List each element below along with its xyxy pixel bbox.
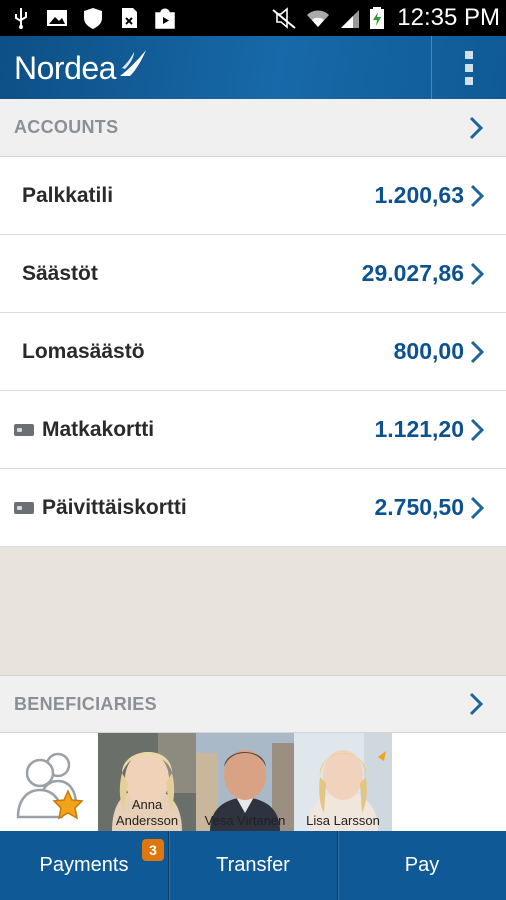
brand-name: Nordea [14,50,116,86]
transfer-label: Transfer [216,854,290,876]
account-row-palkkatili[interactable]: Palkkatili 1.200,63 [0,157,506,235]
favorites-tile[interactable] [0,733,98,831]
transfer-tab[interactable]: Transfer [168,831,337,900]
accounts-title: ACCOUNTS [14,117,119,137]
usb-icon [15,8,27,29]
beneficiary-name: Lisa Larsson [306,813,380,828]
account-name: Säästöt [22,261,98,285]
accounts-section-header[interactable]: ACCOUNTS [0,99,506,157]
pay-tab[interactable]: Pay [337,831,506,900]
payments-badge: 3 [142,839,164,861]
beneficiary-name: Anna [131,797,163,812]
account-name: Matkakortti [42,417,155,441]
account-row-saastot[interactable]: Säästöt 29.027,86 [0,235,506,313]
payments-tab[interactable]: Payments 3 [0,831,168,900]
beneficiary-vesa-virtanen[interactable]: Vesa Virtanen [196,733,294,831]
account-balance: 2.750,50 [374,494,464,520]
chevron-right-icon [469,116,484,139]
overflow-menu-icon[interactable] [432,36,506,99]
account-balance: 29.027,86 [361,260,464,286]
account-name: Päivittäiskortti [42,495,187,519]
wifi-icon [307,10,330,27]
beneficiary-surname: Andersson [115,813,179,828]
mute-icon [272,7,296,29]
beneficiary-lisa-larsson[interactable]: Lisa Larsson [294,733,392,831]
beneficiaries-section-header[interactable]: BENEFICIARIES [0,675,506,733]
nordea-logo[interactable]: Nordea [14,49,148,87]
beneficiary-anna-andersson[interactable]: Anna Andersson [98,733,196,831]
signal-icon [341,10,360,28]
card-icon [14,423,34,436]
status-bar: 12:35 PM [0,0,506,36]
payments-label: Payments [39,854,129,876]
favorite-contacts-icon [16,752,84,820]
shield-icon [84,8,102,29]
chevron-right-icon [470,184,484,207]
beneficiaries-strip: Anna Andersson Vesa Virtanen Lisa Larsso… [0,733,506,831]
clock: 12:35 PM [397,4,500,31]
chevron-right-icon [470,340,484,363]
account-balance: 1.200,63 [374,182,464,208]
account-balance: 800,00 [393,338,464,364]
beneficiary-name: Vesa Virtanen [204,813,286,828]
chevron-right-icon [470,418,484,441]
pay-label: Pay [404,854,440,876]
account-balance: 1.121,20 [374,416,464,442]
account-row-matkakortti[interactable]: Matkakortti 1.121,20 [0,391,506,469]
app-header: Nordea [0,36,506,99]
play-store-icon [155,8,175,29]
chevron-right-icon [469,692,484,716]
account-row-lomasaasto[interactable]: Lomasäästö 800,00 [0,313,506,391]
account-name: Palkkatili [22,183,114,207]
account-row-paivittaiskortti[interactable]: Päivittäiskortti 2.750,50 [0,469,506,547]
account-list: Palkkatili 1.200,63 Säästöt 29.027,86 Lo… [0,157,506,547]
card-icon [14,501,34,514]
account-name: Lomasäästö [22,339,145,363]
beneficiaries-title: BENEFICIARIES [14,693,157,714]
battery-charging-icon [370,7,385,29]
bottom-navigation: Payments 3 Transfer Pay [0,831,506,900]
sail-logo-icon [119,49,146,76]
chevron-right-icon [470,496,484,519]
image-icon [47,10,67,26]
sim-icon [122,8,137,28]
chevron-right-icon [470,262,484,285]
